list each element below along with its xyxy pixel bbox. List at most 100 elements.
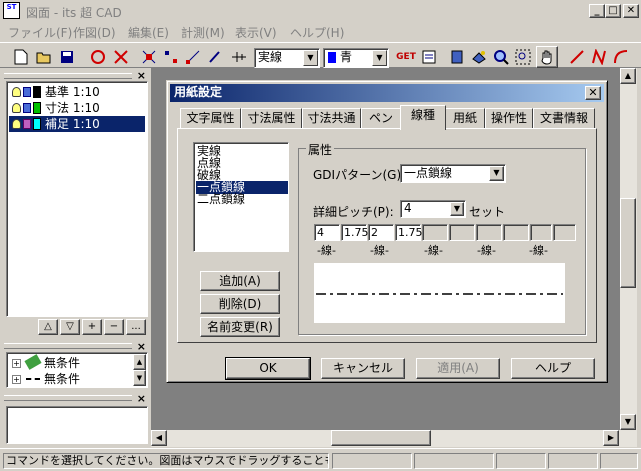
rename-button[interactable]: 名前変更(R) (200, 317, 280, 337)
expand-icon[interactable]: + (12, 375, 21, 384)
pitch-cell[interactable] (476, 224, 502, 241)
tab-document-info[interactable]: 文書情報 (533, 108, 595, 129)
condition-scroll-up[interactable]: ▲ (133, 354, 146, 370)
offset-tool-icon[interactable] (228, 46, 250, 68)
snap-intersection-icon[interactable] (138, 46, 160, 68)
dialog-close-button[interactable]: ✕ (585, 86, 601, 100)
pitch-cell[interactable] (449, 224, 475, 241)
add-layer-button[interactable]: + (82, 319, 102, 335)
close-window-button[interactable]: ✕ (623, 4, 639, 18)
arc-tool-icon[interactable] (610, 46, 632, 68)
line-type-list[interactable]: 実線 点線 破線 一点鎖線 二点鎖線 (193, 142, 289, 252)
chevron-down-icon[interactable]: ▼ (372, 50, 387, 66)
snap-point-icon[interactable] (160, 46, 182, 68)
tab-pen[interactable]: ペン (361, 108, 401, 129)
pitch-cell[interactable] (553, 224, 576, 241)
pitch-cell[interactable] (503, 224, 529, 241)
scroll-thumb[interactable] (620, 198, 636, 288)
pan-hand-icon[interactable] (536, 46, 558, 68)
tab-text-attributes[interactable]: 文字属性 (180, 108, 241, 129)
menu-view[interactable]: 表示(V) (235, 24, 277, 41)
ok-button[interactable]: OK (225, 357, 311, 380)
properties-icon[interactable] (418, 46, 440, 68)
menu-file[interactable]: ファイル(F) (8, 24, 72, 41)
chevron-down-icon[interactable]: ▼ (450, 202, 464, 216)
pitch-cell[interactable] (530, 224, 552, 241)
menu-help[interactable]: ヘルプ(H) (290, 24, 344, 41)
layer-row-selected[interactable]: 補足 1:10 (9, 116, 145, 132)
chevron-down-icon[interactable]: ▼ (303, 50, 318, 66)
size-grip[interactable] (600, 453, 638, 469)
move-down-button[interactable]: ▽ (60, 319, 80, 335)
polyline-tool-icon[interactable] (588, 46, 610, 68)
panel-grip[interactable] (4, 343, 132, 349)
pitch-dropdown[interactable]: 4 ▼ (400, 200, 466, 218)
chevron-down-icon[interactable]: ▼ (489, 166, 504, 181)
scroll-down-arrow[interactable]: ▼ (620, 414, 636, 430)
pitch-cell[interactable]: 1.75 (341, 224, 369, 241)
horizontal-scrollbar[interactable]: ◀ ▶ (151, 430, 620, 447)
pencil-edit-icon[interactable] (23, 119, 31, 129)
visibility-bulb-icon[interactable] (12, 87, 21, 97)
output-box[interactable] (6, 406, 148, 444)
pitch-cell[interactable]: 4 (314, 224, 340, 241)
layer-row[interactable]: 寸法 1:10 (9, 100, 145, 116)
circle-tool-icon[interactable] (87, 46, 109, 68)
scroll-right-arrow[interactable]: ▶ (603, 430, 619, 446)
remove-layer-button[interactable]: − (104, 319, 124, 335)
panel-grip[interactable] (4, 395, 132, 401)
open-folder-icon[interactable] (33, 46, 55, 68)
book-icon[interactable] (446, 46, 468, 68)
tab-dimension-common[interactable]: 寸法共通 (302, 108, 361, 129)
condition-row[interactable]: + 無条件 (10, 372, 130, 386)
cancel-button[interactable]: キャンセル (321, 358, 405, 379)
scroll-left-arrow[interactable]: ◀ (151, 430, 167, 446)
condition-scroll-down[interactable]: ▼ (133, 370, 146, 386)
help-button[interactable]: ヘルプ (511, 358, 595, 379)
zoom-window-icon[interactable] (512, 46, 534, 68)
pen-tool-icon[interactable] (204, 46, 226, 68)
scroll-up-arrow[interactable]: ▲ (620, 68, 636, 84)
layer-row[interactable]: 基準 1:10 (9, 84, 145, 100)
pitch-cell[interactable] (422, 224, 448, 241)
tab-dimension-attributes[interactable]: 寸法属性 (241, 108, 302, 129)
layer-list[interactable]: 基準 1:10 寸法 1:10 補足 1:10 (6, 81, 148, 317)
menu-measure[interactable]: 計測(M) (181, 24, 225, 41)
lock-icon[interactable] (23, 103, 31, 113)
more-button[interactable]: ... (126, 319, 146, 335)
add-button[interactable]: 追加(A) (200, 271, 280, 291)
visibility-bulb-icon[interactable] (12, 103, 21, 113)
maximize-button[interactable]: □ (605, 4, 621, 18)
lock-icon[interactable] (23, 87, 31, 97)
menu-draw[interactable]: 作図(D) (73, 24, 116, 41)
tab-paper[interactable]: 用紙 (445, 108, 485, 129)
close-icon[interactable]: × (137, 392, 146, 405)
line-type-dropdown[interactable]: 実線 ▼ (254, 48, 320, 68)
vertical-scrollbar[interactable]: ▲ ▼ (620, 68, 637, 447)
panel-grip[interactable] (4, 73, 132, 79)
tab-operability[interactable]: 操作性 (485, 108, 533, 129)
condition-row[interactable]: + 無条件 (10, 354, 130, 370)
new-file-icon[interactable] (10, 46, 32, 68)
get-attribute-button[interactable]: GET (394, 46, 418, 68)
scroll-thumb[interactable] (331, 430, 431, 446)
dialog-title-bar[interactable]: 用紙設定 ✕ (170, 84, 604, 102)
apply-button[interactable]: 適用(A) (416, 358, 500, 379)
save-icon[interactable] (56, 46, 78, 68)
delete-button[interactable]: 削除(D) (200, 294, 280, 314)
color-dropdown[interactable]: 青 ▼ (323, 48, 389, 68)
zoom-icon[interactable] (490, 46, 512, 68)
menu-edit[interactable]: 編集(E) (128, 24, 169, 41)
cross-tool-icon[interactable] (110, 46, 132, 68)
snap-endpoint-icon[interactable] (182, 46, 204, 68)
move-up-button[interactable]: △ (38, 319, 58, 335)
list-item[interactable]: 二点鎖線 (196, 193, 288, 206)
minimize-button[interactable]: _ (589, 4, 605, 18)
pitch-cell[interactable]: 1.75 (395, 224, 423, 241)
visibility-bulb-icon[interactable] (12, 119, 21, 129)
gdi-pattern-dropdown[interactable]: 一点鎖線 ▼ (400, 164, 506, 183)
layer-paint-icon[interactable] (468, 46, 490, 68)
pitch-cell[interactable]: 2 (368, 224, 394, 241)
app-icon[interactable]: ST (3, 2, 20, 19)
line-tool-icon[interactable] (566, 46, 588, 68)
